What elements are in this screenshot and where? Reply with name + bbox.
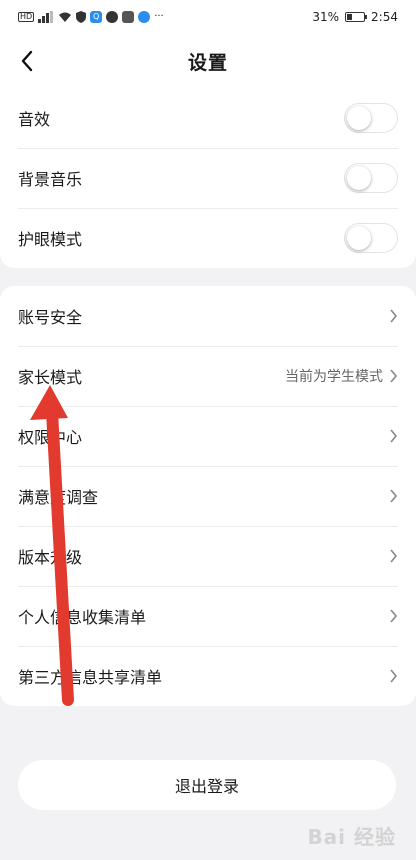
chevron-right-icon [390, 609, 398, 623]
message-icon [106, 11, 119, 23]
sound-settings-card: 音效 背景音乐 护眼模式 [0, 88, 416, 268]
chevron-right-icon [390, 429, 398, 443]
toggle-knob [347, 166, 371, 190]
menu-label: 账号安全 [18, 308, 83, 327]
setting-row-eye-care[interactable]: 护眼模式 [0, 208, 416, 268]
menu-right: 当前为学生模式 [285, 366, 398, 386]
game-notification-icon [122, 11, 135, 23]
battery-icon [345, 12, 368, 22]
setting-row-background-music[interactable]: 背景音乐 [0, 148, 416, 208]
menu-right [389, 549, 398, 563]
back-button[interactable] [10, 44, 44, 78]
setting-label: 背景音乐 [18, 170, 83, 189]
cloud-icon [138, 11, 151, 23]
menu-right [389, 609, 398, 623]
shield-icon [76, 11, 87, 23]
hd-icon: HD [18, 12, 35, 22]
clock: 2:54 [371, 10, 398, 24]
status-right: 31% 2:54 [312, 10, 398, 24]
status-bar: HD Q ··· 31% 2:54 [0, 0, 416, 34]
background-music-toggle[interactable] [344, 163, 398, 193]
logout-button[interactable]: 退出登录 [18, 760, 396, 810]
chevron-right-icon [390, 489, 398, 503]
chevron-left-icon [21, 50, 33, 72]
toggle-knob [347, 106, 371, 130]
menu-label: 版本升级 [18, 548, 83, 567]
sound-effects-toggle[interactable] [344, 103, 398, 133]
wifi-icon [58, 11, 72, 23]
parent-mode-status: 当前为学生模式 [285, 369, 383, 385]
header: 设置 [0, 34, 416, 88]
app-notification-icon: Q [90, 11, 103, 23]
menu-right [389, 309, 398, 323]
menu-item-personal-info-list[interactable]: 个人信息收集清单 [0, 586, 416, 646]
menu-label: 家长模式 [18, 368, 83, 387]
menu-right [389, 489, 398, 503]
menu-label: 第三方信息共享清单 [18, 668, 163, 687]
setting-label: 音效 [18, 110, 51, 129]
chevron-right-icon [390, 309, 398, 323]
page-title: 设置 [187, 51, 228, 74]
toggle-knob [347, 226, 371, 250]
setting-label: 护眼模式 [18, 230, 83, 249]
status-icons: HD Q ··· [18, 11, 164, 23]
menu-item-satisfaction-survey[interactable]: 满意度调查 [0, 466, 416, 526]
chevron-right-icon [390, 549, 398, 563]
menu-item-account-security[interactable]: 账号安全 [0, 286, 416, 346]
more-notifications-icon: ··· [154, 11, 164, 22]
menu-label: 满意度调查 [18, 488, 99, 507]
menu-item-parent-mode[interactable]: 家长模式 当前为学生模式 [0, 346, 416, 406]
menu-label: 权限中心 [18, 428, 83, 447]
menu-right [389, 669, 398, 683]
setting-row-sound-effects[interactable]: 音效 [0, 88, 416, 148]
menu-item-third-party-sharing-list[interactable]: 第三方信息共享清单 [0, 646, 416, 706]
chevron-right-icon [390, 669, 398, 683]
battery-percent: 31% [312, 10, 340, 24]
menu-item-permission-center[interactable]: 权限中心 [0, 406, 416, 466]
chevron-right-icon [390, 369, 398, 383]
account-settings-card: 账号安全 家长模式 当前为学生模式 权限中心 满意度调查 版本升级 个人信息收集… [0, 286, 416, 706]
menu-item-version-upgrade[interactable]: 版本升级 [0, 526, 416, 586]
menu-label: 个人信息收集清单 [18, 608, 147, 627]
signal-icon [38, 11, 54, 23]
eye-care-toggle[interactable] [344, 223, 398, 253]
watermark: Bai 经验 [307, 825, 396, 849]
menu-right [389, 429, 398, 443]
